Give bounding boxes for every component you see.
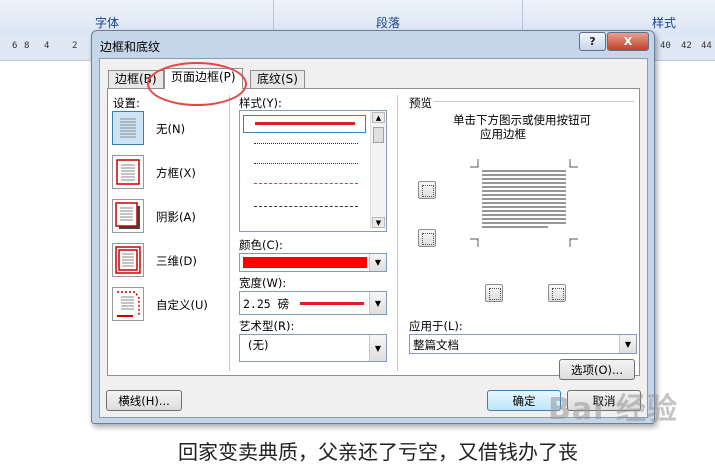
dialog-body: 边框(B) 页面边框(P) 底纹(S) 设置: 无(N) 方框(X) 阴影(A)… xyxy=(99,58,648,418)
setting-shadow[interactable]: 阴影(A) xyxy=(112,199,222,235)
color-dropdown[interactable]: ▼ xyxy=(239,253,387,272)
tab-page-border[interactable]: 页面边框(P) xyxy=(164,68,243,89)
setting-shadow-icon xyxy=(112,199,144,233)
style-scrollbar[interactable]: ▲ ▼ xyxy=(370,111,386,229)
watermark: Bai 经验 xyxy=(548,392,678,427)
dialog-title: 边框和底纹 xyxy=(100,40,161,54)
borders-shading-dialog: 边框和底纹 ? X 边框(B) 页面边框(P) 底纹(S) 设置: 无(N) 方… xyxy=(91,30,655,424)
style-option-dotted-fine[interactable] xyxy=(254,163,358,164)
border-left-button[interactable] xyxy=(485,284,503,302)
scroll-down-icon[interactable]: ▼ xyxy=(372,217,385,228)
ruler-tick: 42 xyxy=(681,41,692,51)
style-option-dashed[interactable] xyxy=(254,183,358,184)
chevron-down-icon[interactable]: ▼ xyxy=(619,335,636,353)
tab-panel: 设置: 无(N) 方框(X) 阴影(A) 三维(D) 自定义(U) 样式(Y):… xyxy=(107,88,640,380)
border-bottom-button[interactable] xyxy=(418,229,436,247)
ruler-tick: 6 xyxy=(12,41,18,51)
color-swatch xyxy=(243,257,367,268)
setting-3d[interactable]: 三维(D) xyxy=(112,243,222,279)
border-right-button[interactable] xyxy=(548,284,566,302)
setting-custom[interactable]: 自定义(U) xyxy=(112,287,222,323)
width-line-preview xyxy=(300,302,364,305)
ribbon-group-styles: 样式 xyxy=(652,16,677,30)
setting-none-icon xyxy=(112,111,144,145)
apply-to-label: 应用于(L): xyxy=(409,319,463,333)
preview-rule xyxy=(434,101,634,102)
setting-custom-icon xyxy=(112,287,144,321)
chevron-down-icon[interactable]: ▼ xyxy=(369,254,386,271)
setting-custom-label: 自定义(U) xyxy=(156,298,208,312)
chevron-down-icon[interactable]: ▼ xyxy=(369,292,386,314)
border-left-icon xyxy=(489,288,501,300)
border-right-icon xyxy=(552,288,564,300)
style-option-dash-dot[interactable] xyxy=(254,206,358,207)
setting-none[interactable]: 无(N) xyxy=(112,111,222,147)
dialog-titlebar[interactable]: 边框和底纹 ? X xyxy=(92,31,654,58)
border-bottom-icon xyxy=(422,233,434,245)
preview-hint-line2: 应用边框 xyxy=(480,127,526,141)
style-listbox[interactable]: ▲ ▼ xyxy=(239,110,387,232)
style-option-dotted[interactable] xyxy=(254,143,358,144)
border-top-button[interactable] xyxy=(418,181,436,199)
setting-3d-label: 三维(D) xyxy=(156,254,197,268)
style-option-selected[interactable] xyxy=(243,115,366,133)
setting-box-label: 方框(X) xyxy=(156,166,196,180)
ruler-tick: 2 xyxy=(72,41,78,51)
setting-none-label: 无(N) xyxy=(156,122,186,136)
setting-shadow-label: 阴影(A) xyxy=(156,210,196,224)
width-value: 2.25 磅 xyxy=(243,297,290,311)
tab-shading[interactable]: 底纹(S) xyxy=(250,70,305,88)
preview-page xyxy=(468,157,580,249)
ruler-tick: 44 xyxy=(701,41,712,51)
setting-box[interactable]: 方框(X) xyxy=(112,155,222,191)
preview-label: 预览 xyxy=(409,96,432,110)
scroll-up-icon[interactable]: ▲ xyxy=(372,112,385,123)
setting-3d-icon xyxy=(112,243,144,277)
color-label: 颜色(C): xyxy=(239,238,283,252)
horizontal-line-button[interactable]: 横线(H)... xyxy=(106,390,182,411)
column-separator xyxy=(397,95,398,371)
tab-borders[interactable]: 边框(B) xyxy=(108,70,164,88)
chevron-down-icon[interactable]: ▼ xyxy=(369,335,386,361)
settings-label: 设置: xyxy=(113,96,140,110)
scroll-thumb[interactable] xyxy=(373,127,384,143)
apply-to-dropdown[interactable]: 整篇文档 ▼ xyxy=(409,334,637,354)
border-top-icon xyxy=(422,185,434,197)
apply-to-value: 整篇文档 xyxy=(413,338,459,352)
close-button[interactable]: X xyxy=(607,32,649,51)
width-label: 宽度(W): xyxy=(239,276,287,290)
art-label: 艺术型(R): xyxy=(239,319,295,333)
style-line-solid-thick xyxy=(255,122,355,125)
ruler-tick: 4 xyxy=(44,41,50,51)
options-button[interactable]: 选项(O)... xyxy=(559,359,635,380)
art-value: (无) xyxy=(248,338,269,352)
ruler-tick: 8 xyxy=(24,41,30,51)
column-separator xyxy=(229,95,230,371)
help-button[interactable]: ? xyxy=(579,32,606,51)
ribbon-group-paragraph: 段落 xyxy=(376,16,401,30)
setting-box-icon xyxy=(112,155,144,189)
width-dropdown[interactable]: 2.25 磅 ▼ xyxy=(239,291,387,315)
close-icon: X xyxy=(623,35,633,48)
ribbon-separator xyxy=(273,0,274,34)
help-icon: ? xyxy=(589,35,596,48)
ribbon-group-font: 字体 xyxy=(95,16,120,30)
document-text: 回家变卖典质，父亲还了亏空，又借钱办了丧 xyxy=(178,440,578,464)
style-label: 样式(Y): xyxy=(239,96,282,110)
art-dropdown[interactable]: (无) ▼ xyxy=(239,334,387,362)
ribbon-separator xyxy=(522,0,523,34)
ruler-tick: 40 xyxy=(660,41,671,51)
